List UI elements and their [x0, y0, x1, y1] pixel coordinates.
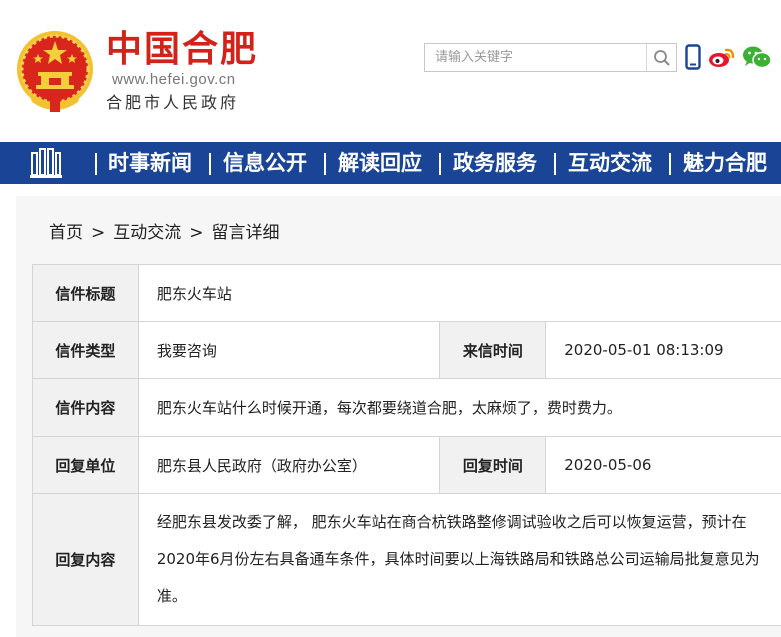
breadcrumb: 首页 > 互动交流 > 留言详细	[49, 218, 280, 243]
letter-detail-table: 信件标题 肥东火车站 信件类型 我要咨询 来信时间 2020-05-01 08:…	[32, 264, 781, 626]
reply-time-label: 回复时间	[439, 436, 547, 494]
nav-divider	[209, 153, 211, 175]
nav-item-interaction[interactable]: 互动交流	[568, 142, 652, 184]
nav-item-news[interactable]: 时事新闻	[108, 142, 192, 184]
breadcrumb-current: 留言详细	[211, 223, 280, 243]
letter-title-label: 信件标题	[32, 264, 139, 322]
national-emblem-icon	[17, 31, 93, 112]
letter-type-label: 信件类型	[32, 321, 139, 379]
table-row: 信件标题 肥东火车站	[32, 264, 781, 322]
breadcrumb-interaction[interactable]: 互动交流	[113, 223, 181, 243]
search-box	[424, 43, 677, 72]
search-input[interactable]	[425, 44, 645, 71]
breadcrumb-separator: >	[91, 223, 106, 243]
site-government-name: 合肥市人民政府	[106, 93, 240, 112]
table-row: 回复单位 肥东县人民政府（政府办公室） 回复时间 2020-05-06	[32, 436, 781, 494]
letter-type-value: 我要咨询	[137, 321, 441, 379]
nav-divider	[439, 153, 441, 175]
wechat-icon[interactable]	[742, 45, 772, 69]
letter-content-label: 信件内容	[32, 378, 139, 437]
nav-item-interpretation[interactable]: 解读回应	[338, 142, 422, 184]
building-logo-icon[interactable]	[30, 147, 62, 179]
nav-divider	[554, 153, 556, 175]
main-nav: 时事新闻 信息公开 解读回应 政务服务 互动交流 魅力合肥	[0, 142, 781, 184]
received-time-value: 2020-05-01 08:13:09	[545, 321, 781, 379]
reply-unit-label: 回复单位	[32, 436, 139, 494]
reply-content-value: 经肥东县发改委了解， 肥东火车站在商合杭铁路整修调试验收之后可以恢复运营，预计在…	[137, 493, 781, 626]
nav-divider	[669, 153, 671, 175]
content-panel: 首页 > 互动交流 > 留言详细 信件标题 肥东火车站 信件类型 我要咨询 来信时间 2…	[16, 196, 781, 637]
weibo-icon[interactable]	[708, 46, 736, 68]
table-row: 信件类型 我要咨询 来信时间 2020-05-01 08:13:09	[32, 321, 781, 379]
reply-time-value: 2020-05-06	[545, 436, 781, 494]
breadcrumb-home[interactable]: 首页	[49, 223, 83, 243]
site-title: 中国合肥	[106, 29, 259, 70]
reply-content-label: 回复内容	[32, 493, 139, 626]
search-icon	[653, 49, 670, 66]
reply-unit-value: 肥东县人民政府（政府办公室）	[137, 436, 441, 494]
nav-item-info-disclosure[interactable]: 信息公开	[223, 142, 307, 184]
nav-divider	[95, 153, 97, 175]
site-url[interactable]: www.hefei.gov.cn	[112, 71, 236, 88]
nav-item-gov-services[interactable]: 政务服务	[453, 142, 537, 184]
mobile-icon[interactable]	[685, 44, 701, 70]
table-row: 信件内容 肥东火车站什么时候开通，每次都要绕道合肥，太麻烦了，费时费力。	[32, 378, 781, 437]
site-header: 中国合肥 www.hefei.gov.cn 合肥市人民政府	[0, 0, 781, 142]
breadcrumb-separator: >	[189, 223, 204, 243]
letter-title-value: 肥东火车站	[137, 264, 781, 322]
nav-item-charm-hefei[interactable]: 魅力合肥	[683, 142, 767, 184]
received-time-label: 来信时间	[439, 321, 547, 379]
table-row: 回复内容 经肥东县发改委了解， 肥东火车站在商合杭铁路整修调试验收之后可以恢复运…	[32, 493, 781, 626]
letter-content-value: 肥东火车站什么时候开通，每次都要绕道合肥，太麻烦了，费时费力。	[137, 378, 781, 437]
search-button[interactable]	[646, 44, 676, 71]
nav-divider	[324, 153, 326, 175]
